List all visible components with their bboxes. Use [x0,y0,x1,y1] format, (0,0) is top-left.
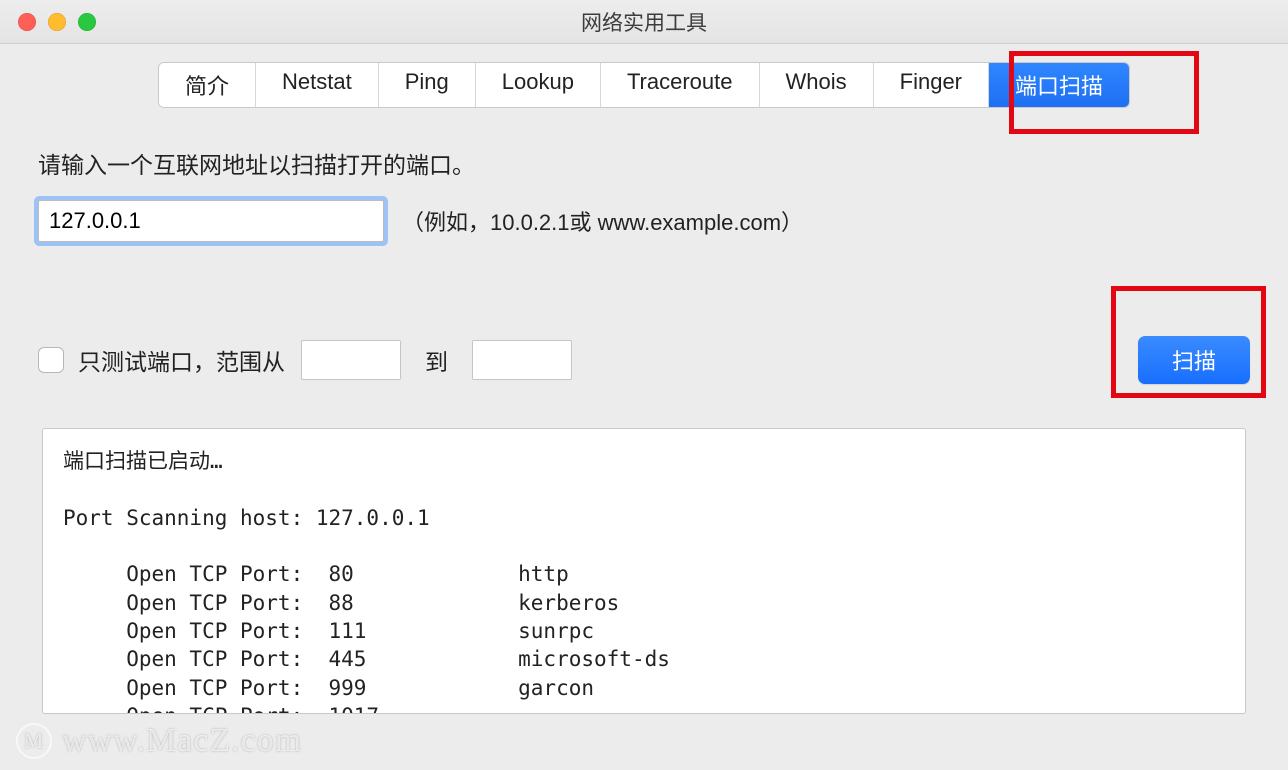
address-row: （例如，10.0.2.1或 www.example.com） [38,200,1250,242]
content: 请输入一个互联网地址以扫描打开的端口。 （例如，10.0.2.1或 www.ex… [0,114,1288,714]
zoom-window-button[interactable] [78,13,96,31]
tabbar: 简介 Netstat Ping Lookup Traceroute Whois … [158,62,1130,108]
watermark-text: www.MacZ.com [62,722,302,760]
tab-finger[interactable]: Finger [874,63,989,107]
watermark-icon: M [16,723,52,759]
port-from-input[interactable] [301,340,401,380]
port-to-input[interactable] [472,340,572,380]
traffic-lights [18,13,96,31]
scan-button[interactable]: 扫描 [1138,336,1250,384]
tabbar-container: 简介 Netstat Ping Lookup Traceroute Whois … [0,44,1288,114]
tab-whois[interactable]: Whois [760,63,874,107]
address-hint: （例如，10.0.2.1或 www.example.com） [402,205,803,237]
test-ports-only-checkbox[interactable] [38,347,64,373]
tab-info[interactable]: 简介 [159,63,256,107]
tab-lookup[interactable]: Lookup [476,63,601,107]
watermark: M www.MacZ.com [16,722,302,760]
minimize-window-button[interactable] [48,13,66,31]
tab-traceroute[interactable]: Traceroute [601,63,760,107]
prompt-label: 请输入一个互联网地址以扫描打开的端口。 [38,146,1250,180]
scan-output[interactable]: 端口扫描已启动… Port Scanning host: 127.0.0.1 O… [42,428,1246,714]
port-range-row: 只测试端口，范围从 到 扫描 [38,336,1250,384]
window-title: 网络实用工具 [581,7,707,37]
test-ports-only-label: 只测试端口，范围从 [78,343,285,377]
close-window-button[interactable] [18,13,36,31]
tab-port-scan[interactable]: 端口扫描 [989,63,1129,107]
titlebar: 网络实用工具 [0,0,1288,44]
tab-ping[interactable]: Ping [379,63,476,107]
address-input[interactable] [38,200,384,242]
port-to-label: 到 [425,343,448,377]
tab-netstat[interactable]: Netstat [256,63,379,107]
